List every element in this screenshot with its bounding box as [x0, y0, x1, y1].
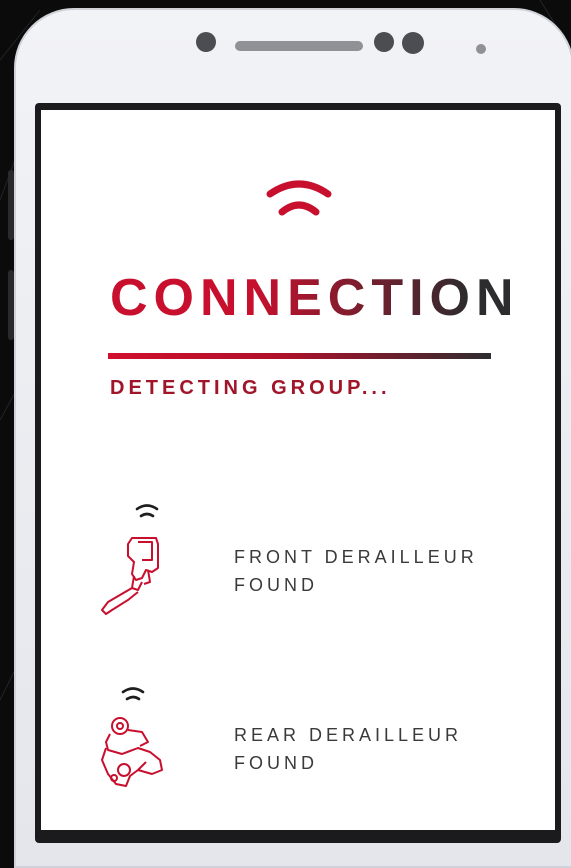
sensor-dot [374, 32, 394, 52]
page-title: CONNECTION [110, 269, 520, 327]
volume-button [8, 170, 14, 240]
power-button [8, 270, 14, 340]
proximity-sensor [476, 44, 486, 54]
wifi-icon [121, 687, 145, 701]
front-derailleur-icon [101, 537, 159, 615]
wifi-icon [135, 504, 159, 518]
rear-derailleur-icon [101, 717, 163, 787]
earpiece-speaker [235, 41, 363, 51]
device-status-rear: REAR DERAILLEUR FOUND [234, 721, 462, 777]
front-camera [196, 32, 216, 52]
sensor-dot [402, 32, 424, 54]
device-state: FOUND [234, 753, 318, 773]
device-status-front: FRONT DERAILLEUR FOUND [234, 543, 478, 599]
wifi-icon [266, 180, 332, 216]
status-text: DETECTING GROUP... [110, 377, 391, 399]
device-state: FOUND [234, 575, 318, 595]
title-divider [108, 353, 491, 359]
device-name: FRONT DERAILLEUR [234, 547, 478, 567]
device-name: REAR DERAILLEUR [234, 725, 463, 745]
